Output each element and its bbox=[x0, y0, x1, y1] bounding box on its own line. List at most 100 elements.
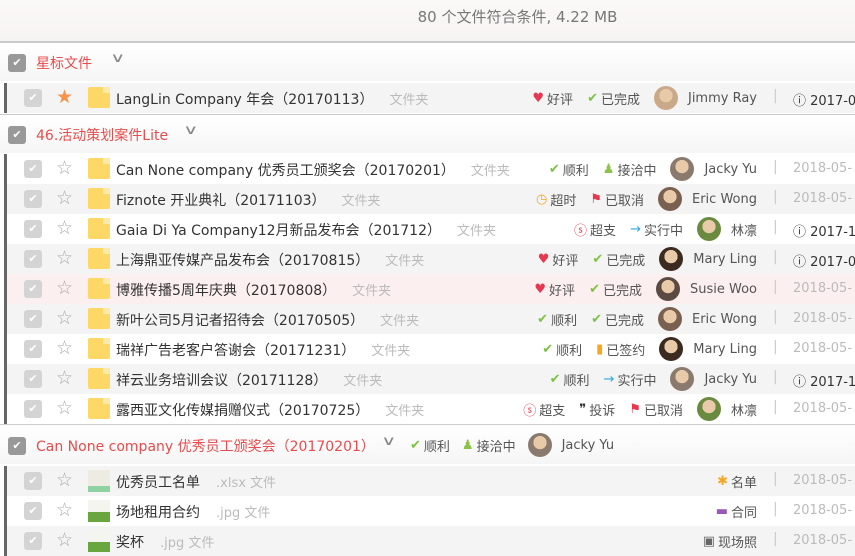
assignee[interactable]: Jacky Yu bbox=[527, 433, 614, 457]
status-tag[interactable]: ⓢ 超支 bbox=[523, 400, 565, 419]
group-header[interactable]: ✔ 星标文件 ∨ bbox=[0, 45, 855, 81]
row-checkbox[interactable]: ✔ bbox=[24, 340, 42, 358]
star-outline-icon[interactable]: ☆ bbox=[56, 157, 73, 179]
file-name[interactable]: 露西亚文化传媒捐赠仪式（20170725） 文件夹 bbox=[116, 400, 424, 420]
row-checkbox[interactable]: ✔ bbox=[24, 310, 42, 328]
file-name[interactable]: Gaia Di Ya Company12月新品发布会（201712） 文件夹 bbox=[116, 220, 496, 240]
group-checkbox[interactable]: ✔ bbox=[8, 54, 26, 72]
status-tag[interactable]: ▮ 已签约 bbox=[596, 340, 645, 359]
assignee[interactable]: Susie Woo bbox=[655, 277, 757, 301]
file-row[interactable]: ✔ ☆ 优秀员工名单 .xlsx 文件 ✱ 名单 | 2018-05- bbox=[4, 466, 855, 496]
file-row[interactable]: ✔ ☆ 场地租用合约 .jpg 文件 ▬ 合同 | 2018-05- bbox=[4, 496, 855, 526]
file-row[interactable]: ✔ ☆ 瑞祥广告老客户答谢会（20171231） 文件夹 ✔ 顺利 ▮ 已签约 Mary Lin… bbox=[4, 334, 855, 364]
assignee[interactable]: Jacky Yu bbox=[670, 157, 757, 181]
status-tag[interactable]: ♥ 好评 bbox=[538, 250, 579, 269]
star-outline-icon[interactable]: ☆ bbox=[56, 469, 73, 491]
star-outline-icon[interactable]: ☆ bbox=[56, 187, 73, 209]
file-name-text: 场地租用合约 bbox=[116, 505, 200, 521]
status-tag[interactable]: ✔ 顺利 bbox=[549, 160, 589, 179]
assignee[interactable]: Mary Ling bbox=[659, 247, 757, 271]
star-outline-icon[interactable]: ☆ bbox=[56, 499, 73, 521]
row-checkbox[interactable]: ✔ bbox=[24, 400, 42, 418]
file-name[interactable]: 新叶公司5月记者招待会（20170505） 文件夹 bbox=[116, 310, 419, 330]
file-type: 文件夹 bbox=[380, 314, 420, 329]
assignee[interactable]: Mary Ling bbox=[659, 337, 757, 361]
status-tag[interactable]: ❞ 投诉 bbox=[579, 400, 615, 419]
file-row[interactable]: ✔ ★ LangLin Company 年会（20170113） 文件夹 ♥ 好评 ✔ 已完成… bbox=[4, 83, 855, 113]
group-header[interactable]: ✔ 46.活动策划案件Lite ∨ bbox=[0, 117, 855, 153]
status-tag[interactable]: ✔ 已完成 bbox=[591, 310, 644, 329]
assignee[interactable]: Eric Wong bbox=[658, 187, 757, 211]
file-row[interactable]: ✔ ☆ 祥云业务培训会议（20171128） 文件夹 ✔ 顺利 → 实行中 Jacky Yu | ⓘ… bbox=[4, 364, 855, 394]
status-tag[interactable]: ⚑ 已取消 bbox=[590, 190, 644, 209]
status-tag[interactable]: ✔ 顺利 bbox=[410, 436, 450, 455]
file-name[interactable]: 优秀员工名单 .xlsx 文件 bbox=[116, 472, 276, 492]
assignee[interactable]: Jacky Yu bbox=[670, 367, 757, 391]
status-tag[interactable]: ✱ 名单 bbox=[717, 472, 757, 491]
dollar-icon: ⓢ bbox=[523, 403, 537, 419]
star-outline-icon[interactable]: ☆ bbox=[56, 337, 73, 359]
file-name[interactable]: 上海鼎亚传媒产品发布会（20170815） 文件夹 bbox=[116, 250, 424, 270]
status-tag[interactable]: ✔ 已完成 bbox=[587, 89, 640, 108]
star-outline-icon[interactable]: ☆ bbox=[56, 307, 73, 329]
file-row[interactable]: ✔ ☆ Fiznote 开业典礼（20171103） 文件夹 ◷ 超时 ⚑ 已取消 Eric W… bbox=[4, 184, 855, 214]
row-checkbox[interactable]: ✔ bbox=[24, 370, 42, 388]
file-row[interactable]: ✔ ☆ 上海鼎亚传媒产品发布会（20170815） 文件夹 ♥ 好评 ✔ 已完成 Mary Li… bbox=[4, 244, 855, 274]
file-name[interactable]: LangLin Company 年会（20170113） 文件夹 bbox=[116, 89, 428, 109]
status-tag[interactable]: ✔ 已完成 bbox=[589, 280, 642, 299]
star-outline-icon[interactable]: ☆ bbox=[56, 277, 73, 299]
file-name[interactable]: 博雅传播5周年庆典（20170808） 文件夹 bbox=[116, 280, 391, 300]
file-name[interactable]: Can None company 优秀员工颁奖会（20170201） 文件夹 bbox=[116, 160, 510, 180]
alarm-icon: ◷ bbox=[535, 191, 548, 207]
row-checkbox[interactable]: ✔ bbox=[24, 280, 42, 298]
file-row[interactable]: ✔ ☆ 奖杯 .jpg 文件 ▣ 现场照 | 2018-05- bbox=[4, 526, 855, 556]
row-checkbox[interactable]: ✔ bbox=[24, 472, 42, 490]
row-checkbox[interactable]: ✔ bbox=[24, 160, 42, 178]
row-checkbox[interactable]: ✔ bbox=[24, 220, 42, 238]
star-filled-icon[interactable]: ★ bbox=[56, 86, 73, 108]
assignee[interactable]: 林凛 bbox=[696, 397, 757, 421]
status-tag[interactable]: ✔ 已完成 bbox=[592, 250, 645, 269]
file-row[interactable]: ✔ ☆ 博雅传播5周年庆典（20170808） 文件夹 ♥ 好评 ✔ 已完成 Susie Woo… bbox=[4, 274, 855, 304]
row-checkbox[interactable]: ✔ bbox=[24, 502, 42, 520]
chevron-down-icon[interactable]: ∨ bbox=[110, 51, 125, 66]
row-checkbox[interactable]: ✔ bbox=[24, 250, 42, 268]
status-tag[interactable]: ✔ 顺利 bbox=[542, 340, 582, 359]
assignee[interactable]: Eric Wong bbox=[658, 307, 757, 331]
chevron-down-icon[interactable]: ∨ bbox=[381, 434, 396, 449]
status-tag[interactable]: ♟ 接洽中 bbox=[462, 436, 516, 455]
file-name[interactable]: 场地租用合约 .jpg 文件 bbox=[116, 502, 270, 522]
status-tag[interactable]: ✔ 顺利 bbox=[550, 370, 590, 389]
status-tag[interactable]: → 实行中 bbox=[604, 370, 657, 389]
file-name[interactable]: 祥云业务培训会议（20171128） 文件夹 bbox=[116, 370, 382, 390]
assignee[interactable]: Jimmy Ray bbox=[653, 86, 757, 110]
status-tag[interactable]: ♟ 接洽中 bbox=[603, 160, 657, 179]
file-row[interactable]: ✔ ☆ Gaia Di Ya Company12月新品发布会（201712） 文件夹 ⓢ… bbox=[4, 214, 855, 244]
star-outline-icon[interactable]: ☆ bbox=[56, 217, 73, 239]
star-outline-icon[interactable]: ☆ bbox=[56, 247, 73, 269]
status-tag[interactable]: ♥ 好评 bbox=[534, 280, 575, 299]
row-checkbox[interactable]: ✔ bbox=[24, 89, 42, 107]
group-header[interactable]: ✔ Can None company 优秀员工颁奖会（20170201） ∨ ✔ 顺利 ♟… bbox=[0, 428, 855, 464]
status-tag[interactable]: ▬ 合同 bbox=[716, 502, 757, 521]
star-outline-icon[interactable]: ☆ bbox=[56, 397, 73, 419]
file-name[interactable]: 奖杯 .jpg 文件 bbox=[116, 532, 214, 552]
status-tag[interactable]: → 实行中 bbox=[630, 220, 683, 239]
file-name[interactable]: 瑞祥广告老客户答谢会（20171231） 文件夹 bbox=[116, 340, 410, 360]
row-checkbox[interactable]: ✔ bbox=[24, 190, 42, 208]
assignee[interactable]: 林凛 bbox=[696, 217, 757, 241]
status-tag[interactable]: ♥ 好评 bbox=[532, 89, 573, 108]
status-tag[interactable]: ◷ 超时 bbox=[536, 190, 576, 209]
file-row[interactable]: ✔ ☆ 新叶公司5月记者招待会（20170505） 文件夹 ✔ 顺利 ✔ 已完成 Eric Wo… bbox=[4, 304, 855, 334]
status-tag[interactable]: ⚑ 已取消 bbox=[629, 400, 683, 419]
chevron-down-icon[interactable]: ∨ bbox=[183, 123, 198, 138]
group-checkbox[interactable]: ✔ bbox=[8, 126, 26, 144]
file-row[interactable]: ✔ ☆ 露西亚文化传媒捐赠仪式（20170725） 文件夹 ⓢ 超支 ❞ 投诉 ⚑ 已取消 林凛 | 2… bbox=[4, 394, 855, 424]
status-tag[interactable]: ✔ 顺利 bbox=[537, 310, 577, 329]
file-row[interactable]: ✔ ☆ Can None company 优秀员工颁奖会（20170201） 文件夹 ✔… bbox=[4, 154, 855, 184]
row-checkbox[interactable]: ✔ bbox=[24, 532, 42, 550]
group-checkbox[interactable]: ✔ bbox=[8, 437, 26, 455]
star-outline-icon[interactable]: ☆ bbox=[56, 367, 73, 389]
file-name[interactable]: Fiznote 开业典礼（20171103） 文件夹 bbox=[116, 190, 381, 210]
status-tag[interactable]: ⓢ 超支 bbox=[574, 220, 616, 239]
